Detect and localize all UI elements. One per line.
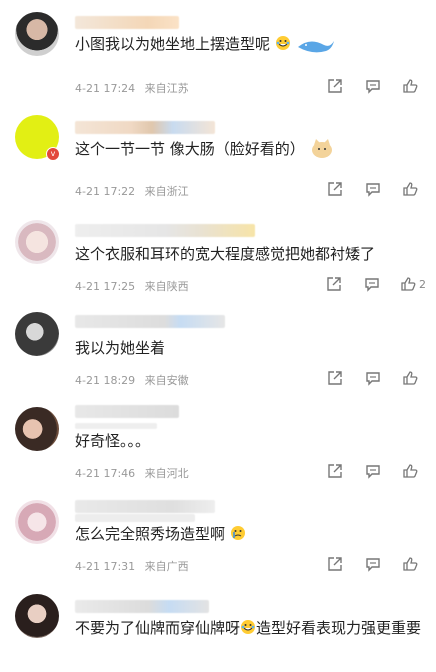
comment-meta: 4-21 17:24 来自江苏 — [75, 80, 195, 96]
comment-text-content: 小图我以为她坐地上摆造型呢 — [75, 35, 271, 53]
location: 来自广西 — [144, 560, 189, 573]
username-blurred[interactable] — [75, 405, 179, 418]
comment-meta: 4-21 18:29 来自安徽 — [75, 372, 195, 388]
avatar[interactable] — [15, 312, 59, 356]
share-icon[interactable] — [325, 554, 345, 574]
laugh-cry-emoji — [275, 36, 290, 50]
location: 来自陕西 — [144, 280, 189, 293]
like-icon[interactable] — [401, 179, 421, 199]
timestamp: 4-21 17:46 — [75, 467, 136, 480]
comment-icon[interactable] — [363, 179, 383, 199]
username-blurred[interactable] — [75, 121, 215, 134]
share-icon[interactable] — [325, 368, 345, 388]
comment-text-content: 造型好看表现力强更重要 — [256, 619, 422, 637]
username-blurred[interactable] — [75, 600, 209, 613]
comment-icon[interactable] — [363, 554, 383, 574]
timestamp: 4-21 17:24 — [75, 82, 136, 95]
comment-text: 好奇怪。。。 — [75, 429, 430, 454]
location: 来自浙江 — [144, 185, 189, 198]
comment-actions — [307, 179, 421, 199]
comment-actions: 2 — [306, 274, 426, 294]
avatar[interactable] — [15, 500, 59, 544]
share-icon[interactable] — [325, 179, 345, 199]
comment-meta: 4-21 17:25 来自陕西 — [75, 278, 195, 294]
avatar[interactable] — [15, 594, 59, 638]
username-blurred[interactable] — [75, 500, 215, 513]
comment-text: 这个一节一节 像大肠（脸好看的） — [75, 137, 430, 162]
like-icon[interactable]: 2 — [400, 274, 426, 294]
whale-sticker — [297, 41, 334, 53]
comment-text: 我以为她坐着 — [75, 336, 430, 361]
share-icon[interactable] — [325, 461, 345, 481]
comment-text-content: 怎么完全照秀场造型啊 — [75, 525, 226, 543]
comment-text: 怎么完全照秀场造型啊 — [75, 522, 430, 547]
username-blurred[interactable] — [75, 514, 195, 522]
comment-text-content: 不要为了仙牌而穿仙牌呀 — [75, 619, 241, 637]
comment-meta: 4-21 17:31 来自广西 — [75, 558, 195, 574]
comment-actions — [307, 461, 421, 481]
share-icon[interactable] — [324, 274, 344, 294]
comment-actions — [307, 368, 421, 388]
timestamp: 4-21 18:29 — [75, 374, 136, 387]
like-icon[interactable] — [401, 554, 421, 574]
cat-sticker — [311, 139, 332, 158]
location: 来自江苏 — [144, 82, 189, 95]
timestamp: 4-21 17:31 — [75, 560, 136, 573]
comment-icon[interactable] — [363, 368, 383, 388]
comment-text: 不要为了仙牌而穿仙牌呀 造型好看表现力强更重要 — [75, 616, 430, 641]
like-icon[interactable] — [401, 76, 421, 96]
username-blurred[interactable] — [75, 315, 225, 328]
comment-icon[interactable] — [362, 274, 382, 294]
crying-emoji — [230, 526, 245, 540]
timestamp: 4-21 17:22 — [75, 185, 136, 198]
comment-text-content: 我以为她坐着 — [75, 339, 166, 357]
share-icon[interactable] — [325, 76, 345, 96]
avatar[interactable] — [15, 220, 59, 264]
comment-meta: 4-21 17:46 来自河北 — [75, 465, 195, 481]
like-count: 2 — [419, 277, 426, 291]
comment-meta: 4-21 17:22 来自浙江 — [75, 183, 195, 199]
like-icon[interactable] — [401, 461, 421, 481]
comment-icon[interactable] — [363, 76, 383, 96]
avatar[interactable] — [15, 12, 59, 56]
comment-actions — [307, 76, 421, 96]
comment-text-content: 这个一节一节 像大肠（脸好看的） — [75, 140, 305, 158]
comment-text-content: 好奇怪。。。 — [75, 432, 151, 450]
avatar[interactable] — [15, 407, 59, 451]
location: 来自河北 — [144, 467, 189, 480]
comment-text-content: 这个衣服和耳环的宽大程度感觉把她都衬矮了 — [75, 245, 376, 263]
verified-badge: v — [46, 147, 60, 161]
like-icon[interactable] — [401, 368, 421, 388]
username-blurred[interactable] — [75, 224, 255, 237]
comment-text: 小图我以为她坐地上摆造型呢 — [75, 32, 430, 57]
comment-icon[interactable] — [363, 461, 383, 481]
comment-actions — [307, 554, 421, 574]
location: 来自安徽 — [144, 374, 189, 387]
username-blurred[interactable] — [75, 16, 179, 29]
comment-text: 这个衣服和耳环的宽大程度感觉把她都衬矮了 — [75, 242, 430, 267]
timestamp: 4-21 17:25 — [75, 280, 136, 293]
laugh-cry-emoji — [241, 620, 256, 634]
